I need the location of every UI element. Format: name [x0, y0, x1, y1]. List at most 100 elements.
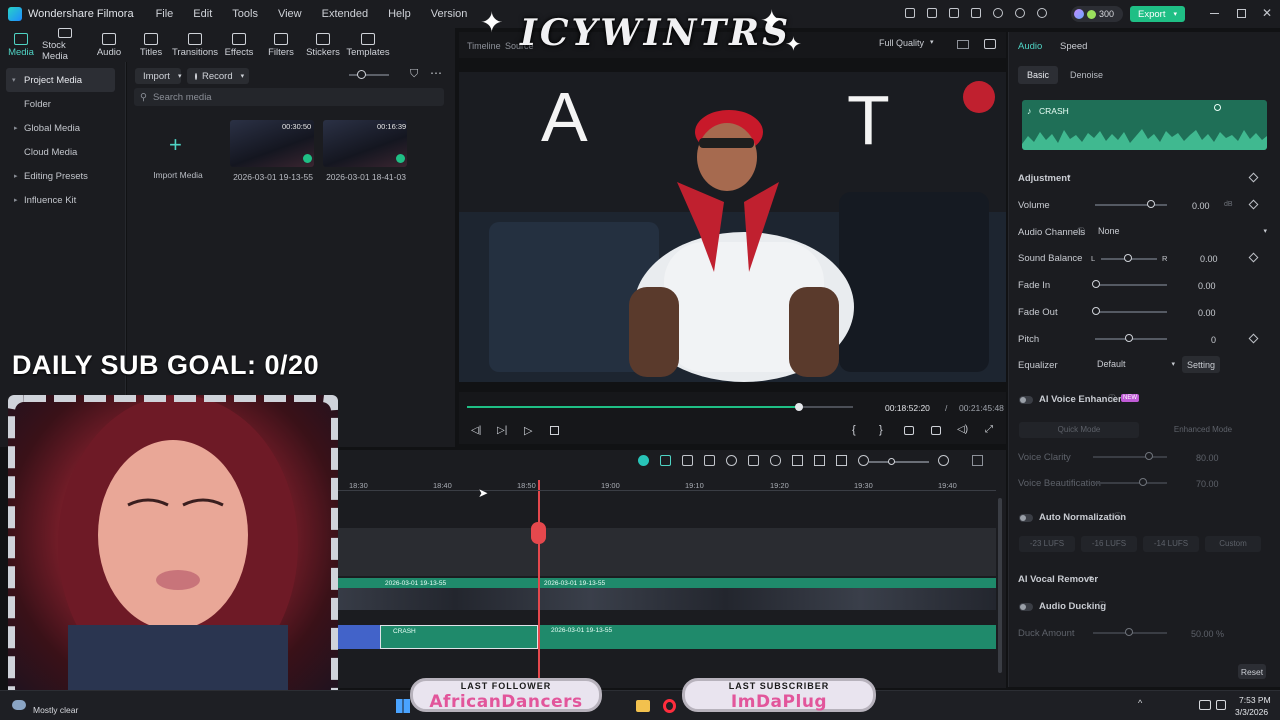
gift-icon[interactable]	[905, 8, 915, 18]
subtab-basic[interactable]: Basic	[1018, 66, 1058, 84]
grid-icon[interactable]	[972, 455, 983, 466]
tab-filters[interactable]: Filters	[260, 28, 302, 62]
zoom-out-icon[interactable]	[858, 455, 869, 466]
photo-icon[interactable]	[704, 455, 715, 466]
playhead-knob[interactable]	[794, 403, 803, 411]
tab-templates[interactable]: Templates	[344, 28, 392, 62]
close-icon[interactable]: ✕	[1262, 6, 1272, 20]
send-icon[interactable]	[927, 8, 937, 18]
keyframe-diamond-icon[interactable]	[1248, 199, 1259, 210]
speed-icon[interactable]	[726, 455, 737, 466]
camera-icon[interactable]	[931, 426, 941, 435]
import-media-tile[interactable]: + Import Media	[135, 120, 221, 182]
microphone-icon[interactable]	[770, 455, 781, 466]
norm-option-14[interactable]: -14 LUFS	[1143, 536, 1199, 552]
duck-amount-knob[interactable]	[1125, 628, 1133, 636]
cloud-icon[interactable]	[993, 8, 1003, 18]
audio-clip-main[interactable]: 2026-03-01 19-13-55	[538, 625, 996, 649]
stop-icon[interactable]	[550, 426, 559, 435]
more-icon[interactable]: ⋯	[430, 66, 442, 80]
tab-effects[interactable]: Effects	[218, 28, 260, 62]
image-icon[interactable]	[949, 8, 959, 18]
filter-icon[interactable]: ⛉	[410, 68, 418, 81]
headset-icon[interactable]	[1037, 8, 1047, 18]
menu-extended[interactable]: Extended	[322, 8, 368, 20]
snapshot-icon[interactable]	[984, 39, 996, 49]
volume-slider[interactable]	[1095, 204, 1167, 206]
tab-transitions[interactable]: Transitions	[172, 28, 218, 62]
tab-stickers[interactable]: Stickers	[302, 28, 344, 62]
thumb-size-knob[interactable]	[357, 70, 366, 79]
sidebar-item-influence-kit[interactable]: ▸ Influence Kit	[0, 188, 125, 212]
auto-normalization-toggle[interactable]	[1019, 514, 1033, 522]
timeline-playhead[interactable]	[538, 480, 540, 680]
fade-out-knob[interactable]	[1092, 307, 1100, 315]
voice-beautification-knob[interactable]	[1139, 478, 1147, 486]
quick-mode-button[interactable]: Quick Mode	[1019, 422, 1139, 438]
fade-in-slider[interactable]	[1095, 284, 1167, 286]
network-icon[interactable]	[1199, 700, 1211, 710]
pitch-value[interactable]: 0	[1211, 335, 1216, 345]
media-clip-2[interactable]: 00:16:39 2026-03-01 18-41-03	[323, 120, 409, 182]
voice-enhancer-toggle[interactable]	[1019, 396, 1033, 404]
volume-icon[interactable]: ◁)	[957, 424, 968, 435]
audio-channels-dropdown[interactable]: None ▾	[1094, 223, 1267, 239]
tab-stock-media[interactable]: Stock Media	[42, 28, 88, 62]
thumb-size-slider[interactable]	[349, 74, 389, 76]
media-clip-1[interactable]: 00:30:50 2026-03-01 19-13-55	[230, 120, 316, 182]
opera-icon[interactable]	[663, 699, 676, 713]
speaker-icon[interactable]	[1216, 700, 1226, 710]
sidebar-item-project-media[interactable]: ▾ Project Media	[6, 68, 115, 92]
timeline-scrollbar[interactable]	[998, 498, 1002, 673]
export-button[interactable]: Export ▾	[1130, 6, 1185, 22]
clock-time[interactable]: 7:53 PM	[1239, 695, 1271, 705]
norm-option-23[interactable]: -23 LUFS	[1019, 536, 1075, 552]
reset-button[interactable]: Reset	[1238, 664, 1266, 679]
vocal-remover-label[interactable]: AI Vocal Remover	[1018, 574, 1098, 585]
subtab-denoise[interactable]: Denoise	[1070, 70, 1103, 80]
equalizer-dropdown[interactable]: Default ▾	[1093, 356, 1175, 372]
fade-out-slider[interactable]	[1095, 311, 1167, 313]
sidebar-item-cloud-media[interactable]: Cloud Media	[0, 140, 125, 164]
subtitle-icon[interactable]	[814, 455, 825, 466]
menu-tools[interactable]: Tools	[232, 8, 258, 20]
voice-clarity-knob[interactable]	[1145, 452, 1153, 460]
audio-clip-crash[interactable]: CRASH	[380, 625, 538, 649]
sidebar-item-editing-presets[interactable]: ▸ Editing Presets	[0, 164, 125, 188]
timeline-zoom-knob[interactable]	[888, 458, 895, 465]
snap-icon[interactable]	[836, 455, 847, 466]
import-dropdown[interactable]: Import ▾	[135, 68, 181, 84]
fade-out-value[interactable]: 0.00	[1198, 308, 1216, 318]
equalizer-setting-button[interactable]: Setting	[1182, 356, 1220, 373]
keyframe-diamond-icon[interactable]	[1248, 333, 1259, 344]
minimize-icon[interactable]	[1210, 13, 1219, 14]
voice-clarity-slider[interactable]	[1093, 456, 1167, 458]
tab-audio[interactable]: Audio	[1018, 41, 1042, 52]
playhead-scissor-handle[interactable]	[531, 522, 546, 544]
fade-in-value[interactable]: 0.00	[1198, 281, 1216, 291]
ai-icon[interactable]	[638, 455, 649, 466]
grid-icon[interactable]	[957, 40, 969, 49]
menu-help[interactable]: Help	[388, 8, 411, 20]
norm-option-custom[interactable]: Custom	[1205, 536, 1261, 552]
pitch-knob[interactable]	[1125, 334, 1133, 342]
voice-beautification-slider[interactable]	[1093, 482, 1167, 484]
keyframe-diamond-icon[interactable]	[1248, 252, 1259, 263]
mark-in-icon[interactable]: {	[852, 424, 856, 436]
clock-date[interactable]: 3/3/2026	[1235, 707, 1268, 717]
windows-start-icon[interactable]	[396, 699, 410, 713]
play-frame-icon[interactable]: ▷|	[497, 425, 507, 436]
shield-icon[interactable]	[748, 455, 759, 466]
audio-ducking-toggle[interactable]	[1019, 603, 1033, 611]
monitor-icon[interactable]	[971, 8, 981, 18]
tab-speed[interactable]: Speed	[1060, 41, 1087, 52]
mark-out-icon[interactable]: }	[879, 424, 883, 436]
tab-titles[interactable]: Titles	[130, 28, 172, 62]
tab-media[interactable]: Media	[0, 28, 42, 62]
settings-icon[interactable]	[1015, 8, 1025, 18]
enhanced-mode-button[interactable]: Enhanced Mode	[1143, 422, 1263, 438]
volume-knob[interactable]	[1147, 200, 1155, 208]
sound-balance-knob[interactable]	[1124, 254, 1132, 262]
magic-icon[interactable]	[660, 455, 671, 466]
volume-value[interactable]: 0.00	[1192, 201, 1210, 211]
